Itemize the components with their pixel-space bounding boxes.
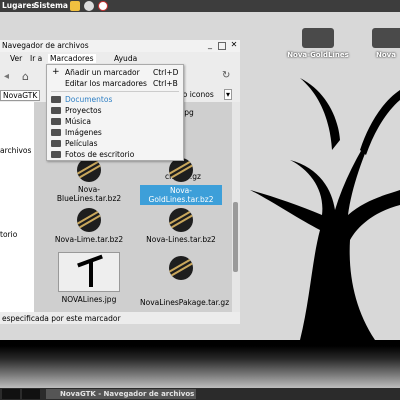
browser-icon[interactable] [84,1,94,11]
menu-item-label: Fotos de escritorio [65,150,135,159]
close-icon[interactable]: ✕ [230,41,238,49]
folder-icon [51,151,61,158]
file-item[interactable]: NOVALines.jpg [48,252,130,304]
bottom-panel: NovaGTK - Navegador de archivos [0,388,400,400]
archive-icon [77,208,101,232]
folder-icon [51,129,61,136]
file-label: NovaLinesPakage.tar.gz [140,298,230,307]
launcher-icon[interactable] [70,1,80,11]
desktop-icon-nova-goldlines[interactable]: Nova-GoldLines [286,28,350,59]
file-label: Nova-BlueLines.tar.bz2 [56,185,122,203]
file-item[interactable]: NovaLinesPakage.tar.gz [140,256,229,307]
maximize-icon[interactable] [218,42,226,50]
menu-item-label: Proyectos [65,106,102,115]
archive-icon [169,208,193,232]
file-item[interactable]: Nova-BlueLines.tar.bz2 [48,158,130,203]
status-text: especificada por este marcador [2,314,121,323]
menu-item-accel: Ctrl+B [153,79,178,88]
menu-sistema[interactable]: Sistema [34,1,68,10]
file-item[interactable]: Nova-Lines.tar.bz2 [140,208,222,244]
menu-ayuda[interactable]: Ayuda [114,54,137,63]
menu-item-label: Imágenes [65,128,102,137]
menu-item-label: Música [65,117,91,126]
menu-item-label: Añadir un marcador [65,68,140,77]
menu-item-label: Editar los marcadores [65,79,147,88]
menu-item-musica[interactable]: Música [47,116,183,126]
reload-icon[interactable]: ↻ [222,70,230,81]
menu-item-edit-bookmarks[interactable]: Editar los marcadores Ctrl+B [47,78,183,88]
folder-icon [51,107,61,114]
menu-item-imagenes[interactable]: Imágenes [47,127,183,137]
title-bar[interactable]: Navegador de archivos _ ✕ [0,40,240,52]
archive-icon [302,28,334,48]
sidebar-item-torio[interactable]: torio [0,230,17,239]
image-thumbnail-icon [58,252,120,292]
menu-bar: Ver Ir a Marcadores Ayuda [0,52,240,64]
menu-item-proyectos[interactable]: Proyectos [47,105,183,115]
menu-lugares[interactable]: Lugares [2,1,36,10]
scrollbar[interactable] [232,102,240,312]
add-icon: + [52,67,60,77]
sidebar: archivos torio [0,102,34,312]
chevron-down-icon[interactable]: ▾ [224,89,233,100]
net-monitor-icon [22,389,40,399]
menu-item-fotos-escritorio[interactable]: Fotos de escritorio [47,149,183,159]
desktop-icon-nova[interactable]: Nova [372,28,400,59]
archive-icon [169,256,193,280]
scrollbar-thumb[interactable] [233,202,238,272]
menu-separator [51,91,179,92]
menu-item-label: Documentos [65,95,113,104]
menu-marcadores[interactable]: Marcadores [48,54,96,63]
back-icon[interactable]: ◂ [4,71,9,82]
cpu-monitor-icon [2,389,20,399]
menu-ir[interactable]: Ir a [30,54,42,63]
file-label: Nova-GoldLines.tar.bz2 [140,185,222,205]
archive-icon [77,158,101,182]
menu-ver[interactable]: Ver [10,54,22,63]
bookmarks-menu: + Añadir un marcador Ctrl+D Editar los m… [46,64,184,161]
location-button[interactable]: NovaGTK [0,90,41,101]
menu-item-documentos[interactable]: Documentos [47,94,183,104]
folder-icon [51,140,61,147]
desktop-icon-label: Nova-GoldLines [287,51,349,59]
minimize-icon[interactable]: _ [206,41,214,49]
wallpaper-ground [0,340,400,388]
desktop-icon-label: Nova [376,51,396,59]
archive-icon [169,158,193,182]
home-icon[interactable]: ⌂ [22,70,29,83]
taskbar-window-button[interactable]: NovaGTK - Navegador de archivos [46,389,196,399]
status-bar: especificada por este marcador [0,312,240,324]
folder-icon [51,96,61,103]
window-title: Navegador de archivos [2,41,89,50]
sidebar-item-archivos[interactable]: archivos [0,146,31,155]
file-label: NOVALines.jpg [61,295,117,304]
menu-item-label: Películas [65,139,98,148]
menu-item-add-bookmark[interactable]: + Añadir un marcador Ctrl+D [47,67,183,77]
file-item-selected[interactable]: Nova-GoldLines.tar.bz2 [140,158,222,205]
folder-icon [51,118,61,125]
menu-item-peliculas[interactable]: Películas [47,138,183,148]
file-label: Nova-Lines.tar.bz2 [146,235,216,244]
archive-icon [372,28,400,48]
help-icon[interactable] [98,1,108,11]
file-item[interactable]: Nova-Lime.tar.bz2 [48,208,130,244]
menu-item-accel: Ctrl+D [153,68,179,77]
file-label: Nova-Lime.tar.bz2 [54,235,124,244]
